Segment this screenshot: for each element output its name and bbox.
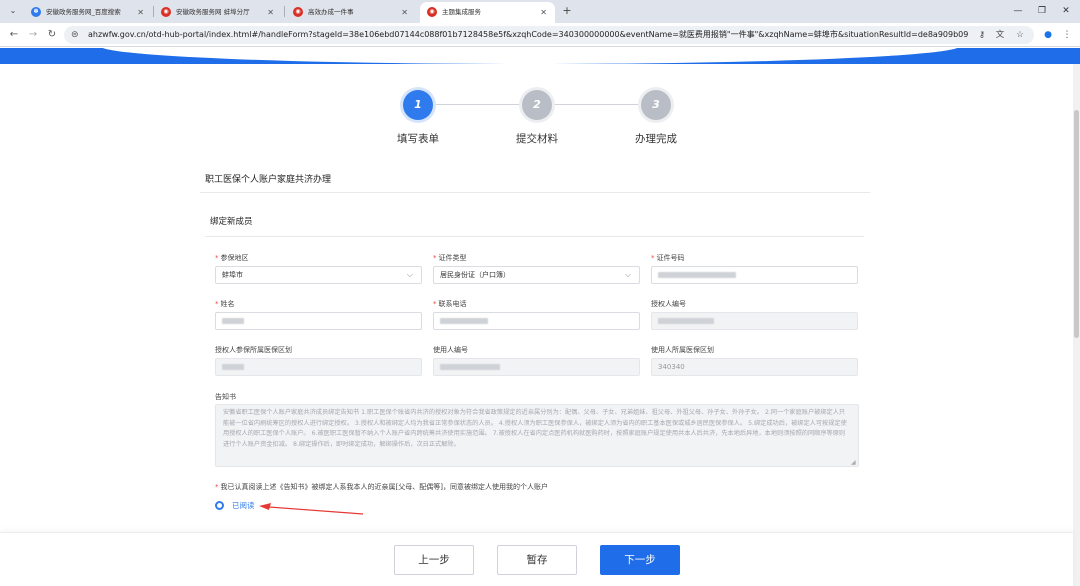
site-info-icon[interactable]: ⊜ (71, 28, 79, 42)
authorizer-no-input (651, 312, 858, 330)
authorizer-no-label: 授权人编号 (651, 300, 686, 308)
redacted-value (658, 272, 736, 278)
scrollbar-thumb[interactable] (1074, 110, 1079, 338)
user-no-input (433, 358, 640, 376)
paw-icon: ✽ (31, 7, 41, 17)
redacted-value (222, 318, 244, 324)
translate-icon[interactable]: 文 (994, 28, 1006, 42)
restore-icon[interactable]: ❐ (1034, 3, 1050, 19)
user-no-label: 使用人编号 (433, 346, 468, 354)
browser-tab-efficient[interactable]: ◉ 高效办成一件事 ✕ (286, 2, 416, 23)
tab-title: 安徽政务服务网_百度搜索 (46, 8, 121, 16)
chevron-down-icon: ⌵ (624, 270, 631, 279)
gov-logo-icon: ◉ (293, 7, 303, 17)
url-text[interactable]: ahzwfw.gov.cn/otd-hub-portal/index.html#… (88, 26, 968, 44)
gov-logo-icon: ◉ (161, 7, 171, 17)
step-connector (554, 104, 640, 105)
tab-title: 主题集成服务 (442, 8, 481, 16)
user-region-input: 340340 (651, 358, 858, 376)
redacted-value (440, 318, 488, 324)
step-3-label: 办理完成 (635, 133, 677, 145)
tab-divider (284, 6, 285, 17)
tab-search-icon[interactable]: ⌄ (6, 4, 20, 18)
browser-tab-baidu[interactable]: ✽ 安徽政务服务网_百度搜索 ✕ (24, 2, 152, 23)
resize-handle-icon[interactable]: ◢ (851, 459, 856, 466)
bookmark-star-icon[interactable]: ☆ (1014, 28, 1026, 42)
id-number-label: * 证件号码 (651, 254, 685, 262)
address-bar[interactable]: ⊜ ahzwfw.gov.cn/otd-hub-portal/index.htm… (64, 26, 1034, 44)
id-number-input[interactable] (651, 266, 858, 284)
name-input[interactable] (215, 312, 422, 330)
phone-label: * 联系电话 (433, 300, 467, 308)
phone-input[interactable] (433, 312, 640, 330)
section-title: 绑定新成员 (210, 217, 253, 227)
prev-step-button[interactable]: 上一步 (394, 545, 474, 575)
browser-toolbar: ← → ↻ ⊜ ahzwfw.gov.cn/otd-hub-portal/ind… (0, 23, 1080, 47)
region-select[interactable]: 蚌埠市 ⌵ (215, 266, 422, 284)
region-label: * 参保地区 (215, 254, 249, 262)
browser-tab-bar: ⌄ ✽ 安徽政务服务网_百度搜索 ✕ ◉ 安徽政务服务网 蚌埠分厅 ✕ ◉ 高效… (0, 0, 1080, 23)
step-2-label: 提交材料 (516, 133, 558, 145)
authorizer-region-input (215, 358, 422, 376)
browser-menu-icon[interactable]: ⋮ (1060, 27, 1074, 43)
agree-radio-label[interactable]: 已阅读 (232, 500, 255, 511)
new-tab-icon[interactable]: + (559, 3, 575, 19)
next-step-button[interactable]: 下一步 (600, 545, 680, 575)
chevron-down-icon: ⌵ (406, 270, 413, 279)
agree-radio[interactable] (215, 501, 224, 510)
redacted-value (658, 318, 714, 324)
id-type-label: * 证件类型 (433, 254, 467, 262)
annotation-arrow-icon (259, 503, 364, 515)
notice-label: 告知书 (215, 393, 236, 401)
browser-tab-bengbu[interactable]: ◉ 安徽政务服务网 蚌埠分厅 ✕ (154, 2, 282, 23)
close-icon[interactable]: ✕ (540, 2, 547, 23)
back-icon[interactable]: ← (6, 27, 22, 43)
page-header-banner (0, 48, 1080, 64)
divider (200, 192, 870, 193)
close-icon[interactable]: ✕ (267, 2, 274, 23)
reload-icon[interactable]: ↻ (44, 27, 60, 43)
name-label: * 姓名 (215, 300, 235, 308)
close-icon[interactable]: ✕ (137, 2, 144, 23)
profile-avatar-icon[interactable]: ● (1041, 27, 1055, 43)
window-close-icon[interactable]: ✕ (1058, 3, 1074, 19)
id-type-select[interactable]: 居民身份证（户口簿） ⌵ (433, 266, 640, 284)
gov-logo-icon: ◉ (427, 7, 437, 17)
redacted-value (222, 364, 244, 370)
step-1-label: 填写表单 (397, 133, 439, 145)
tab-title: 高效办成一件事 (308, 8, 354, 16)
forward-icon[interactable]: → (25, 27, 41, 43)
browser-tab-active[interactable]: ◉ 主题集成服务 ✕ (420, 2, 555, 23)
password-key-icon[interactable]: ⚷ (976, 28, 988, 42)
agreement-text: * 我已认真阅读上述《告知书》被绑定人系我本人的近亲属[父母、配偶等]，同意被绑定… (215, 483, 548, 491)
notice-textarea[interactable]: 安徽省职工医保个人账户家庭共济成员绑定告知书 1.职工医保个账省内共济的授权对象… (215, 404, 859, 467)
tab-title: 安徽政务服务网 蚌埠分厅 (176, 8, 250, 16)
divider (205, 236, 864, 237)
step-1-circle: 1 (403, 90, 433, 120)
close-icon[interactable]: ✕ (401, 2, 408, 23)
user-region-label: 使用人所属医保区划 (651, 346, 714, 354)
page-title: 职工医保个人账户家庭共济办理 (205, 175, 332, 185)
step-2-circle: 2 (522, 90, 552, 120)
authorizer-region-label: 授权人参保所属医保区划 (215, 346, 292, 354)
step-connector (436, 104, 520, 105)
redacted-value (440, 364, 500, 370)
step-3-circle: 3 (641, 90, 671, 120)
save-draft-button[interactable]: 暂存 (497, 545, 577, 575)
minimize-icon[interactable]: — (1010, 3, 1026, 19)
